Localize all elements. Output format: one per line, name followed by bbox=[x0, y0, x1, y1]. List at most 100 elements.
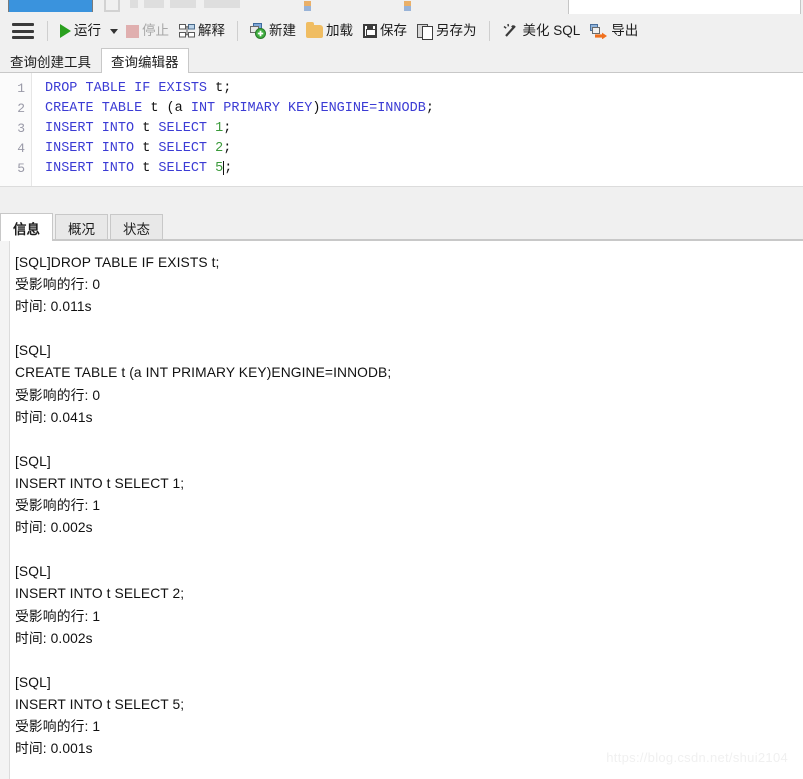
save-as-icon bbox=[417, 23, 433, 40]
line-number-gutter: 1 2 3 4 5 bbox=[0, 73, 32, 186]
grid-view-icon-partial[interactable] bbox=[104, 0, 120, 12]
sql-code-editor[interactable]: 12345 DROP TABLE IF EXISTS t; CREATE TABL… bbox=[0, 73, 803, 186]
tab-status-label: 状态 bbox=[123, 221, 150, 237]
explain-button[interactable]: 解释 bbox=[175, 18, 229, 44]
results-tab-bar: 信息 概况 状态 bbox=[0, 212, 803, 241]
stop-button[interactable]: 停止 bbox=[122, 18, 173, 44]
play-icon bbox=[60, 24, 71, 38]
tab-profile[interactable]: 概况 bbox=[55, 214, 108, 240]
folder-open-icon bbox=[306, 21, 323, 38]
tab-query-editor-label: 查询编辑器 bbox=[111, 55, 179, 70]
output-line: 时间: 0.001s bbox=[15, 741, 93, 757]
active-connection-tab-partial[interactable] bbox=[8, 0, 93, 12]
output-line: [SQL] bbox=[15, 453, 51, 469]
code-token: ( bbox=[166, 100, 175, 116]
toolbar-separator-1 bbox=[47, 21, 48, 41]
output-line: 时间: 0.002s bbox=[15, 520, 93, 536]
output-line: 受影响的行: 0 bbox=[15, 387, 101, 403]
output-line: 时间: 0.011s bbox=[15, 299, 92, 315]
output-line: [SQL] bbox=[15, 564, 51, 580]
output-line: INSERT INTO t SELECT 1; bbox=[15, 475, 185, 491]
toolbar-separator-3 bbox=[488, 21, 490, 41]
output-line: [SQL]DROP TABLE IF EXISTS t; bbox=[15, 255, 220, 270]
toolbar-icon-partial-b[interactable] bbox=[404, 1, 411, 11]
code-token: ; bbox=[223, 80, 232, 96]
output-line: 受影响的行: 1 bbox=[15, 608, 101, 624]
run-button[interactable]: 运行 bbox=[56, 18, 105, 44]
code-token: SELECT bbox=[158, 120, 216, 136]
output-line: 时间: 0.041s bbox=[15, 409, 93, 425]
stop-square-icon bbox=[126, 24, 139, 38]
beautify-sql-button[interactable]: 美化 SQL bbox=[498, 18, 585, 44]
top-input-partial[interactable] bbox=[568, 0, 801, 14]
beautify-sql-button-label: 美化 SQL bbox=[522, 23, 581, 39]
code-line[interactable]: CREATE TABLE t (a INT PRIMARY KEY) ENGINE… bbox=[45, 98, 803, 118]
tab-profile-label: 概况 bbox=[68, 221, 95, 237]
tab-info-label: 信息 bbox=[13, 221, 40, 237]
cut-off-top-strip bbox=[0, 0, 803, 14]
line-number: 4 bbox=[17, 140, 25, 156]
output-blank-line bbox=[15, 539, 803, 561]
code-token: a bbox=[174, 100, 191, 116]
code-token: 5 bbox=[215, 160, 224, 176]
code-line[interactable]: INSERT INTO t SELECT 1; bbox=[45, 118, 803, 138]
tab-info[interactable]: 信息 bbox=[0, 213, 53, 241]
code-token: ; bbox=[223, 140, 232, 156]
code-token: ENGINE=INNODB bbox=[320, 100, 426, 116]
explain-button-label: 解释 bbox=[198, 23, 225, 39]
save-button[interactable]: 保存 bbox=[359, 18, 411, 44]
new-button[interactable]: 新建 bbox=[246, 18, 300, 44]
tab-query-editor[interactable]: 查询编辑器 bbox=[101, 48, 189, 73]
code-token: CREATE TABLE bbox=[45, 100, 151, 116]
output-line: 受影响的行: 0 bbox=[15, 277, 101, 293]
output-line: [SQL] bbox=[15, 674, 51, 690]
output-line: 受影响的行: 1 bbox=[15, 718, 101, 734]
line-number: 1 bbox=[17, 80, 25, 96]
tab-status[interactable]: 状态 bbox=[110, 214, 163, 240]
load-button-label: 加载 bbox=[326, 23, 353, 39]
code-token: t bbox=[150, 100, 167, 116]
code-token: t bbox=[142, 140, 159, 156]
magic-wand-icon bbox=[502, 23, 520, 39]
toolbar-icons-partial bbox=[130, 0, 240, 8]
tab-query-builder-label: 查询创建工具 bbox=[10, 54, 91, 70]
output-line: 时间: 0.002s bbox=[15, 630, 93, 646]
sql-editor-toolbar: 运行 停止 解释 新建 加载 保存 另存为 美化 SQL 导出 bbox=[0, 14, 803, 48]
output-line: INSERT INTO t SELECT 5; bbox=[15, 696, 185, 712]
floppy-disk-icon bbox=[363, 24, 377, 38]
output-blank-line bbox=[15, 318, 803, 340]
code-token: ) bbox=[312, 100, 321, 116]
output-line: [SQL] bbox=[15, 343, 51, 359]
code-token: 1 bbox=[215, 120, 224, 136]
toolbar-icon-partial-a[interactable] bbox=[304, 1, 311, 11]
export-button-label: 导出 bbox=[611, 23, 639, 39]
code-token: ; bbox=[223, 120, 232, 136]
code-token: INSERT INTO bbox=[45, 140, 143, 156]
save-as-button-label: 另存为 bbox=[436, 23, 477, 39]
code-line[interactable]: INSERT INTO t SELECT 2; bbox=[45, 138, 803, 158]
dbeaver-like-sql-editor-window: 运行 停止 解释 新建 加载 保存 另存为 美化 SQL 导出 查询创建工具 查… bbox=[0, 0, 803, 779]
run-button-label: 运行 bbox=[74, 23, 101, 39]
export-button[interactable]: 导出 bbox=[586, 18, 642, 44]
code-token: 2 bbox=[215, 140, 224, 156]
editor-tab-bar: 查询创建工具 查询编辑器 bbox=[0, 48, 803, 73]
load-button[interactable]: 加载 bbox=[302, 18, 357, 44]
explain-plan-icon bbox=[179, 24, 195, 38]
output-line: CREATE TABLE t (a INT PRIMARY KEY)ENGINE… bbox=[15, 365, 392, 381]
sql-code-area[interactable]: DROP TABLE IF EXISTS t; CREATE TABLE t (a… bbox=[32, 73, 803, 186]
code-line[interactable]: DROP TABLE IF EXISTS t; bbox=[45, 78, 803, 98]
hamburger-menu-icon[interactable] bbox=[12, 23, 34, 39]
toolbar-separator-2 bbox=[237, 21, 238, 41]
output-line: 受影响的行: 1 bbox=[15, 498, 101, 514]
output-blank-line bbox=[15, 650, 803, 672]
code-token: t bbox=[142, 160, 159, 176]
tab-query-builder[interactable]: 查询创建工具 bbox=[0, 48, 101, 72]
save-as-button[interactable]: 另存为 bbox=[413, 18, 481, 44]
code-token: t bbox=[142, 120, 159, 136]
results-info-panel[interactable]: [SQL]DROP TABLE IF EXISTS t; 受影响的行: 0 时间: … bbox=[0, 240, 803, 779]
editor-results-splitter[interactable] bbox=[0, 186, 803, 210]
run-dropdown-chevron-down-icon[interactable] bbox=[110, 28, 118, 34]
code-token: t bbox=[215, 80, 224, 96]
code-token: SELECT bbox=[158, 140, 216, 156]
code-line[interactable]: INSERT INTO t SELECT 5; bbox=[45, 158, 803, 178]
